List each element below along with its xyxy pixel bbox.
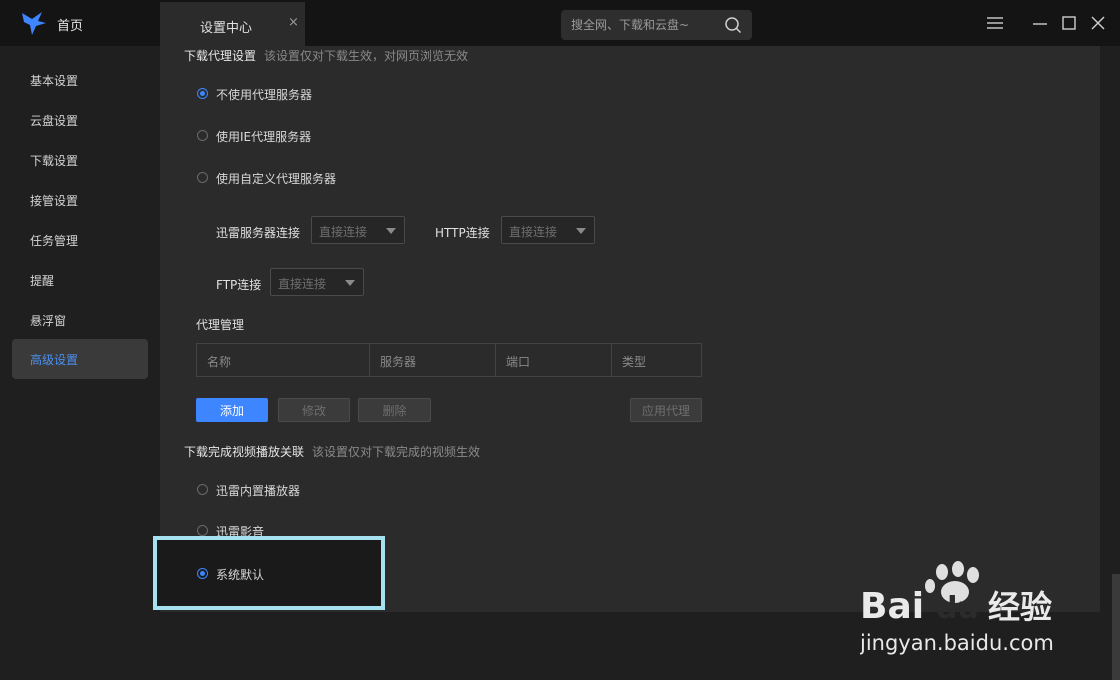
select-value: 直接连接	[278, 277, 327, 291]
vertical-scrollbar[interactable]	[1112, 574, 1120, 680]
ftp-connection-label: FTP连接	[216, 278, 262, 292]
search-box	[561, 10, 752, 40]
sidebar-item-download[interactable]: 下载设置	[12, 140, 148, 180]
caret-down-icon	[386, 228, 396, 234]
sidebar-item-floating-window[interactable]: 悬浮窗	[12, 300, 148, 340]
minimize-icon[interactable]	[1031, 14, 1049, 32]
radio-dot	[197, 484, 208, 495]
advanced-settings-panel: 下载代理设置 该设置仅对下载生效，对网页浏览无效 不使用代理服务器 使用IE代理服…	[160, 46, 1100, 612]
search-icon[interactable]	[724, 16, 742, 34]
proxy-section-title: 下载代理设置	[184, 49, 257, 63]
sidebar-item-basic[interactable]: 基本设置	[12, 60, 148, 100]
menu-icon[interactable]	[986, 14, 1004, 32]
ftp-connection-select[interactable]: 直接连接	[270, 268, 364, 296]
http-connection-select[interactable]: 直接连接	[501, 216, 595, 244]
sidebar-item-label: 云盘设置	[30, 114, 79, 128]
radio-label: 迅雷内置播放器	[216, 484, 301, 498]
sidebar-item-label: 下载设置	[30, 154, 79, 168]
settings-sidebar: 基本设置 云盘设置 下载设置 接管设置 任务管理 提醒 悬浮窗 高级设置	[0, 46, 160, 680]
xunlei-connection-select[interactable]: 直接连接	[311, 216, 405, 244]
thunder-bird-logo-icon	[22, 12, 46, 35]
column-header-port: 端口	[496, 344, 612, 376]
radio-dot	[197, 525, 208, 536]
sidebar-item-label: 悬浮窗	[30, 314, 67, 328]
proxy-section-header: 下载代理设置 该设置仅对下载生效，对网页浏览无效	[184, 47, 468, 64]
watermark-brand-cn: 经验	[988, 588, 1052, 626]
add-proxy-button[interactable]: 添加	[196, 398, 268, 422]
apply-proxy-button[interactable]: 应用代理	[630, 398, 702, 422]
watermark-brand-right: du	[936, 591, 979, 626]
http-connection-label: HTTP连接	[435, 226, 490, 240]
highlight-box: 系统默认	[153, 536, 385, 610]
home-label[interactable]: 首页	[57, 15, 83, 34]
sidebar-item-reminder[interactable]: 提醒	[12, 260, 148, 300]
tab-settings-center[interactable]: 设置中心 ×	[160, 2, 305, 46]
video-section-title: 下载完成视频播放关联	[184, 445, 305, 459]
title-bar: 首页 设置中心 ×	[0, 0, 1120, 46]
radio-label: 系统默认	[216, 568, 265, 582]
edit-proxy-button[interactable]: 修改	[278, 398, 350, 422]
xunlei-connection-label: 迅雷服务器连接	[216, 226, 301, 240]
sidebar-item-takeover[interactable]: 接管设置	[12, 180, 148, 220]
watermark-url: jingyan.baidu.com	[860, 631, 1054, 655]
sidebar-item-label: 提醒	[30, 274, 55, 288]
caret-down-icon	[345, 280, 355, 286]
tab-label: 设置中心	[200, 21, 253, 36]
watermark-brand-left: Bai	[860, 586, 924, 627]
sidebar-item-label: 任务管理	[30, 234, 79, 248]
close-window-icon[interactable]	[1089, 14, 1107, 32]
sidebar-item-label: 基本设置	[30, 74, 79, 88]
radio-dot	[197, 130, 208, 141]
radio-dot	[197, 568, 208, 579]
sidebar-item-label: 接管设置	[30, 194, 79, 208]
column-header-type: 类型	[622, 355, 647, 369]
caret-down-icon	[576, 228, 586, 234]
sidebar-item-cloud[interactable]: 云盘设置	[12, 100, 148, 140]
proxy-table: 名称 服务器 端口 类型	[196, 343, 702, 377]
tab-close-icon[interactable]: ×	[288, 15, 299, 30]
baidu-jingyan-watermark: Bai du 经验 jingyan.baidu.com	[860, 561, 1054, 655]
radio-label: 使用IE代理服务器	[216, 130, 312, 144]
column-header-name: 名称	[197, 344, 370, 376]
sidebar-item-task-management[interactable]: 任务管理	[12, 220, 148, 260]
radio-dot	[197, 172, 208, 183]
sidebar-item-label: 高级设置	[30, 353, 79, 367]
radio-dot	[197, 88, 208, 99]
sidebar-item-advanced[interactable]: 高级设置	[12, 339, 148, 379]
column-header-server: 服务器	[370, 344, 496, 376]
select-value: 直接连接	[319, 225, 368, 239]
video-section-header: 下载完成视频播放关联 该设置仅对下载完成的视频生效	[184, 443, 480, 460]
delete-proxy-button[interactable]: 删除	[358, 398, 431, 422]
maximize-icon[interactable]	[1060, 14, 1078, 32]
video-section-desc: 该设置仅对下载完成的视频生效	[312, 445, 481, 459]
radio-label: 不使用代理服务器	[216, 88, 313, 102]
proxy-section-desc: 该设置仅对下载生效，对网页浏览无效	[264, 49, 469, 63]
radio-label: 使用自定义代理服务器	[216, 172, 337, 186]
search-input[interactable]	[571, 10, 716, 40]
select-value: 直接连接	[509, 225, 558, 239]
proxy-management-title: 代理管理	[196, 318, 245, 332]
